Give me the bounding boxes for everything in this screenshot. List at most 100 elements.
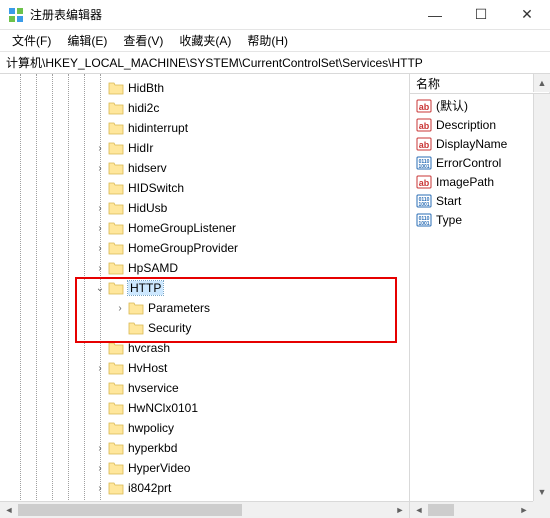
scroll-down-button[interactable]: ▼ bbox=[533, 483, 550, 501]
chevron-right-icon[interactable]: › bbox=[94, 242, 106, 254]
value-row[interactable]: 01101001ErrorControl bbox=[410, 153, 550, 172]
tree-node[interactable]: hidi2c bbox=[0, 98, 409, 118]
folder-icon bbox=[108, 281, 124, 295]
tree-node-label: hvservice bbox=[128, 381, 179, 395]
menu-favorites[interactable]: 收藏夹(A) bbox=[171, 30, 239, 51]
address-text: 计算机\HKEY_LOCAL_MACHINE\SYSTEM\CurrentCon… bbox=[6, 54, 423, 71]
chevron-right-icon[interactable]: › bbox=[94, 262, 106, 274]
reg-string-icon: ab bbox=[416, 136, 432, 152]
value-name: (默认) bbox=[436, 97, 468, 114]
tree-node[interactable]: hvservice bbox=[0, 378, 409, 398]
value-row[interactable]: ab Description bbox=[410, 115, 550, 134]
reg-string-icon: ab bbox=[416, 117, 432, 133]
tree-node[interactable]: ⌄HTTP bbox=[0, 278, 409, 298]
tree-spacer bbox=[94, 102, 106, 114]
chevron-right-icon[interactable]: › bbox=[94, 202, 106, 214]
tree-node[interactable]: › HidUsb bbox=[0, 198, 409, 218]
tree-node[interactable]: Security bbox=[0, 318, 409, 338]
window-title: 注册表编辑器 bbox=[30, 6, 412, 23]
values-vertical-scrollbar[interactable] bbox=[533, 94, 550, 498]
values-list[interactable]: ab(默认)abDescriptionabDisplayName01101001… bbox=[410, 94, 550, 229]
tree-node-label: i8042prt bbox=[128, 481, 171, 495]
scroll-right-button[interactable]: ► bbox=[391, 502, 409, 518]
tree-node[interactable]: ›HidIr bbox=[0, 138, 409, 158]
tree-spacer bbox=[94, 422, 106, 434]
chevron-down-icon[interactable]: ⌄ bbox=[94, 282, 106, 294]
scroll-left-button[interactable]: ◄ bbox=[410, 502, 428, 518]
tree-node-label: hidserv bbox=[128, 161, 167, 175]
tree-node-label: HidUsb bbox=[128, 201, 167, 215]
value-row[interactable]: ab(默认) bbox=[410, 96, 550, 115]
folder-icon bbox=[108, 141, 124, 155]
tree-node-label: hidi2c bbox=[128, 101, 159, 115]
scroll-left-button[interactable]: ◄ bbox=[0, 502, 18, 518]
chevron-right-icon[interactable]: › bbox=[94, 222, 106, 234]
tree-node[interactable]: hidinterrupt bbox=[0, 118, 409, 138]
scroll-corner bbox=[533, 501, 550, 518]
chevron-right-icon[interactable]: › bbox=[94, 362, 106, 374]
scroll-up-button[interactable]: ▲ bbox=[533, 74, 550, 92]
chevron-right-icon[interactable]: › bbox=[114, 302, 126, 314]
tree-node-label: HwNClx0101 bbox=[128, 401, 198, 415]
tree-node[interactable]: ›hyperkbd bbox=[0, 438, 409, 458]
tree-spacer bbox=[94, 182, 106, 194]
chevron-right-icon[interactable]: › bbox=[94, 162, 106, 174]
tree-horizontal-scrollbar[interactable]: ◄ ► bbox=[0, 501, 409, 518]
address-bar[interactable]: 计算机\HKEY_LOCAL_MACHINE\SYSTEM\CurrentCon… bbox=[0, 52, 550, 74]
tree-node-label: hwpolicy bbox=[128, 421, 174, 435]
value-row[interactable]: abImagePath bbox=[410, 172, 550, 191]
tree-node[interactable]: hwpolicy bbox=[0, 418, 409, 438]
value-name: Description bbox=[436, 118, 496, 132]
tree-node-label: Parameters bbox=[148, 301, 210, 315]
tree-node[interactable]: ›HyperVideo bbox=[0, 458, 409, 478]
folder-icon bbox=[108, 461, 124, 475]
svg-text:ab: ab bbox=[419, 121, 430, 131]
menu-file[interactable]: 文件(F) bbox=[4, 30, 59, 51]
folder-icon bbox=[108, 381, 124, 395]
tree-node[interactable]: › i8042prt bbox=[0, 478, 409, 498]
tree-node[interactable]: HIDSwitch bbox=[0, 178, 409, 198]
menu-view[interactable]: 查看(V) bbox=[115, 30, 171, 51]
tree-node[interactable]: › hidserv bbox=[0, 158, 409, 178]
tree-node[interactable]: HwNClx0101 bbox=[0, 398, 409, 418]
tree-node-label: hvcrash bbox=[128, 341, 170, 355]
folder-icon bbox=[108, 201, 124, 215]
chevron-right-icon[interactable]: › bbox=[94, 482, 106, 494]
tree-node[interactable]: ›HvHost bbox=[0, 358, 409, 378]
values-header[interactable]: 名称 bbox=[410, 74, 550, 94]
values-horizontal-scrollbar[interactable]: ◄ ► bbox=[410, 501, 533, 518]
folder-icon bbox=[108, 441, 124, 455]
tree-node[interactable]: › HomeGroupListener bbox=[0, 218, 409, 238]
folder-icon bbox=[108, 481, 124, 495]
tree-node[interactable]: HidBth bbox=[0, 78, 409, 98]
folder-icon bbox=[108, 221, 124, 235]
minimize-button[interactable]: — bbox=[412, 0, 458, 29]
close-button[interactable]: ✕ bbox=[504, 0, 550, 29]
value-row[interactable]: 01101001Type bbox=[410, 210, 550, 229]
tree-node[interactable]: hvcrash bbox=[0, 338, 409, 358]
tree-node[interactable]: › Parameters bbox=[0, 298, 409, 318]
registry-tree[interactable]: HidBthhidi2chidinterrupt›HidIr›hidservHI… bbox=[0, 74, 409, 518]
folder-icon bbox=[108, 261, 124, 275]
window-controls: — ☐ ✕ bbox=[412, 0, 550, 29]
scroll-right-button[interactable]: ► bbox=[515, 502, 533, 518]
value-row[interactable]: abDisplayName bbox=[410, 134, 550, 153]
menu-edit[interactable]: 编辑(E) bbox=[59, 30, 115, 51]
maximize-button[interactable]: ☐ bbox=[458, 0, 504, 29]
column-name[interactable]: 名称 bbox=[410, 74, 550, 93]
tree-node[interactable]: ›HomeGroupProvider bbox=[0, 238, 409, 258]
menu-help[interactable]: 帮助(H) bbox=[239, 30, 296, 51]
reg-string-icon: ab bbox=[416, 98, 432, 114]
tree-node[interactable]: ›HpSAMD bbox=[0, 258, 409, 278]
folder-icon bbox=[128, 321, 144, 335]
reg-binary-icon: 01101001 bbox=[416, 193, 432, 209]
chevron-right-icon[interactable]: › bbox=[94, 462, 106, 474]
value-name: Start bbox=[436, 194, 461, 208]
chevron-right-icon[interactable]: › bbox=[94, 142, 106, 154]
chevron-right-icon[interactable]: › bbox=[94, 442, 106, 454]
main-area: HidBthhidi2chidinterrupt›HidIr›hidservHI… bbox=[0, 74, 550, 518]
tree-node-label: hidinterrupt bbox=[128, 121, 188, 135]
tree-node-label: HIDSwitch bbox=[128, 181, 184, 195]
value-row[interactable]: 01101001 Start bbox=[410, 191, 550, 210]
tree-node-label: HomeGroupListener bbox=[128, 221, 236, 235]
